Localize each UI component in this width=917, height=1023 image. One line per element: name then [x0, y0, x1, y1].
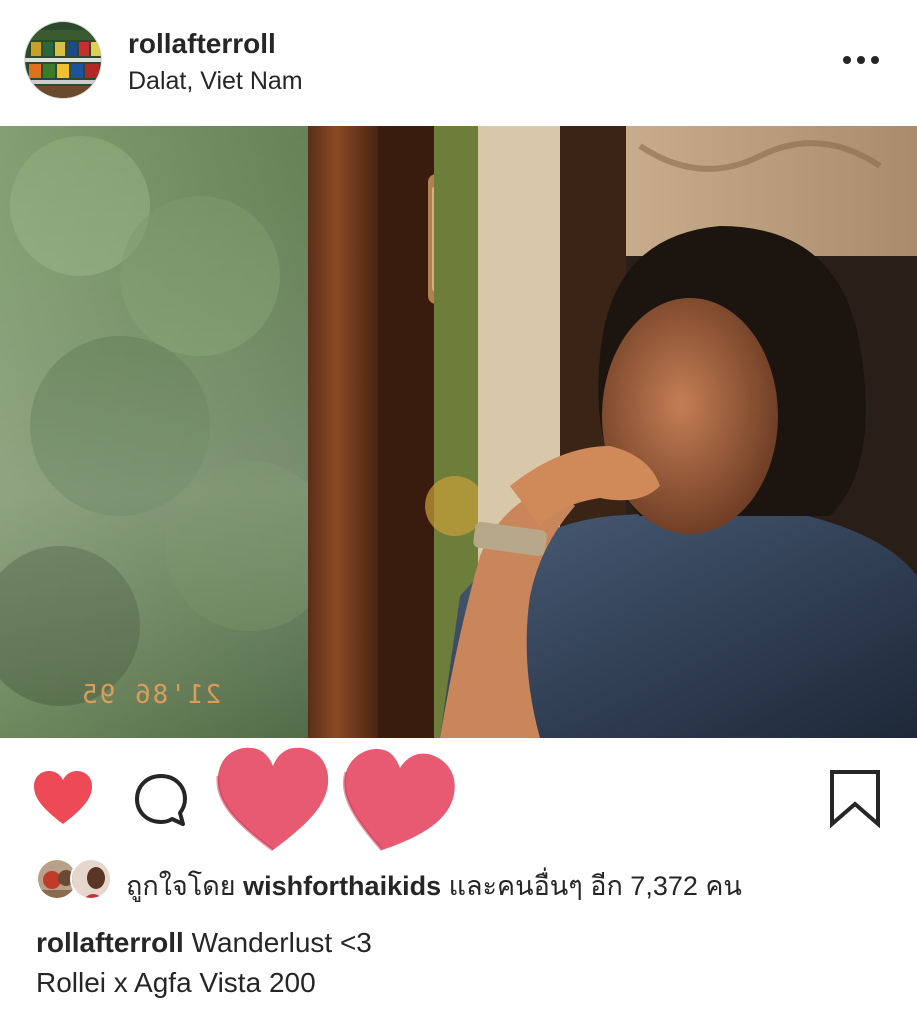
instagram-post: rollafterroll Dalat, Viet Nam 21'86 95 ถ…	[0, 0, 917, 1023]
heart-sticker-icon	[214, 744, 332, 854]
caption-line: rollafterroll Wanderlust <3	[36, 926, 896, 960]
likes-summary[interactable]: ถูกใจโดย wishforthaikids และคนอื่นๆ อีก …	[126, 864, 742, 907]
photo-date-stamp: 21'86 95	[80, 680, 222, 710]
post-location[interactable]: Dalat, Viet Nam	[128, 67, 303, 96]
likes-row: ถูกใจโดย wishforthaikids และคนอื่นๆ อีก …	[36, 858, 896, 904]
post-username[interactable]: rollafterroll	[128, 28, 276, 60]
action-bar	[0, 738, 917, 856]
post-header: rollafterroll Dalat, Viet Nam	[0, 0, 917, 126]
profile-avatar[interactable]	[24, 21, 102, 99]
caption-line-2: Rollei x Agfa Vista 200	[36, 967, 316, 998]
heart-sticker-icon	[340, 744, 460, 854]
bookmark-icon[interactable]	[828, 768, 882, 829]
caption-text: Wanderlust <3	[183, 927, 372, 958]
comment-icon[interactable]	[133, 772, 189, 828]
more-horizontal-icon[interactable]	[841, 48, 881, 72]
likes-prefix: ถูกใจโดย	[126, 871, 244, 901]
post-caption: rollafterroll Wanderlust <3 Rollei x Agf…	[36, 926, 896, 1000]
liker-avatar[interactable]	[70, 858, 112, 900]
caption-username[interactable]: rollafterroll	[36, 927, 184, 958]
first-liker-username[interactable]: wishforthaikids	[243, 871, 441, 901]
heart-filled-icon[interactable]	[32, 770, 94, 826]
post-photo[interactable]: 21'86 95	[0, 126, 917, 738]
likes-count-text[interactable]: และคนอื่นๆ อีก 7,372 คน	[441, 871, 742, 901]
